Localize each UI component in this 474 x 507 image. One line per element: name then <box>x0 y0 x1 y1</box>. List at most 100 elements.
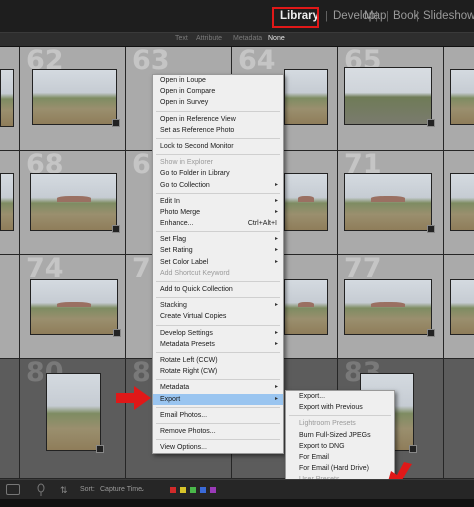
module-slideshow[interactable]: Slideshow <box>423 10 474 22</box>
grid-cell[interactable]: 62 <box>20 47 126 151</box>
photo-thumbnail[interactable] <box>30 279 118 335</box>
submenu-arrow-icon: ▸ <box>274 247 278 254</box>
grid-cell[interactable] <box>444 151 474 255</box>
menu-item-enhance[interactable]: Enhance... Ctrl+Alt+I <box>153 218 283 229</box>
photo-thumbnail[interactable] <box>450 69 474 125</box>
photo-thumbnail[interactable] <box>450 279 474 335</box>
menu-item-label: Remove Photos... <box>160 427 216 435</box>
photo-thumbnail[interactable] <box>284 279 328 335</box>
module-map[interactable]: Map <box>364 10 386 22</box>
grid-cell[interactable] <box>444 47 474 151</box>
menu-item-remove-photos[interactable]: Remove Photos... <box>153 426 283 437</box>
menu-item-photo-merge[interactable]: Photo Merge ▸ <box>153 207 283 218</box>
grid-cell[interactable]: 80 <box>20 357 126 479</box>
export-item-export-with-previous[interactable]: Export with Previous <box>286 402 394 413</box>
export-item-lightroom-presets: Lightroom Presets <box>299 420 356 428</box>
menu-item-metadata[interactable]: Metadata ▸ <box>153 382 283 393</box>
menu-item-stacking[interactable]: Stacking ▸ <box>153 300 283 311</box>
filter-attribute[interactable]: Attribute <box>196 35 222 42</box>
menu-separator <box>156 406 280 408</box>
context-menu: Open in Loupe Open in Compare Open in Surv… <box>152 74 284 455</box>
menu-item-open-in-loupe[interactable]: Open in Loupe <box>153 75 283 86</box>
menu-item-label: Set Flag <box>160 236 187 244</box>
menu-item-label: View Options... <box>160 444 207 452</box>
menu-item-label: Metadata <box>160 384 190 392</box>
photo-thumbnail[interactable] <box>46 373 101 451</box>
menu-item-label: Create Virtual Copies <box>160 313 227 321</box>
menu-item-edit-in[interactable]: Edit In ▸ <box>153 196 283 207</box>
color-label-blue[interactable] <box>200 487 206 493</box>
menu-item-metadata-presets[interactable]: Metadata Presets ▸ <box>153 339 283 350</box>
menu-item-export[interactable]: Export ▸ <box>153 393 283 405</box>
grid-cell[interactable] <box>0 359 20 479</box>
menu-item-set-flag[interactable]: Set Flag ▸ <box>153 234 283 245</box>
grid-cell[interactable] <box>0 47 20 151</box>
painter-icon[interactable] <box>36 483 46 497</box>
menu-item-add-to-quick-collection[interactable]: Add to Quick Collection <box>153 284 283 295</box>
photo-thumbnail[interactable] <box>0 69 14 127</box>
submenu-arrow-icon: ▸ <box>274 329 278 336</box>
menu-item-set-rating[interactable]: Set Rating ▸ <box>153 245 283 256</box>
menu-item-set-as-reference-photo[interactable]: Set as Reference Photo <box>153 125 283 136</box>
photo-thumbnail[interactable] <box>344 279 432 335</box>
grid-cell[interactable]: 74 <box>20 253 126 359</box>
grid-cell[interactable]: 77 <box>338 253 444 359</box>
menu-item-label: Stacking <box>160 302 187 310</box>
photo-thumbnail[interactable] <box>0 173 14 231</box>
photo-thumbnail[interactable] <box>30 173 117 231</box>
menu-separator <box>156 137 280 139</box>
menu-item-go-to-collection[interactable]: Go to Collection ▸ <box>153 180 283 191</box>
photo-thumbnail[interactable] <box>344 67 432 125</box>
menu-item-create-virtual-copies[interactable]: Create Virtual Copies <box>153 311 283 322</box>
menu-item-view-options[interactable]: View Options... <box>153 442 283 453</box>
photo-thumbnail[interactable] <box>284 173 328 231</box>
module-picker: Library | Develop | Map | Book | Slidesh… <box>0 0 474 32</box>
photo-thumbnail[interactable] <box>32 69 117 125</box>
grid-cell[interactable] <box>0 151 20 255</box>
grid-cell[interactable]: 65 <box>338 47 444 151</box>
grid-cell[interactable]: 68 <box>20 149 126 255</box>
grid-cell[interactable] <box>444 359 474 479</box>
export-item-export[interactable]: Export... <box>286 391 394 402</box>
submenu-arrow-icon: ▸ <box>274 208 278 215</box>
menu-item-lock-to-second-monitor[interactable]: Lock to Second Monitor <box>153 141 283 152</box>
color-label-yellow[interactable] <box>180 487 186 493</box>
menu-item-set-color-label[interactable]: Set Color Label ▸ <box>153 257 283 268</box>
menu-item-open-in-survey[interactable]: Open in Survey <box>153 97 283 108</box>
menu-item-open-in-compare[interactable]: Open in Compare <box>153 86 283 97</box>
chevron-down-icon[interactable]: ⌄ <box>140 486 145 493</box>
filter-metadata[interactable]: Metadata <box>233 35 262 42</box>
menu-item-rotate-right-cw[interactable]: Rotate Right (CW) <box>153 366 283 377</box>
photo-thumbnail[interactable] <box>344 173 432 231</box>
cell-number: 63 <box>132 47 170 76</box>
sort-select[interactable]: Capture Time <box>100 486 142 493</box>
filter-text[interactable]: Text <box>175 35 188 42</box>
menu-item-label: Open in Survey <box>160 99 209 107</box>
grid-cell[interactable]: 71 <box>338 149 444 255</box>
menu-item-label: Open in Compare <box>160 88 216 96</box>
grid-view-icon[interactable] <box>6 484 20 495</box>
badge-icon <box>112 225 120 233</box>
export-item-for-email-hard-drive[interactable]: For Email (Hard Drive) <box>286 463 394 474</box>
menu-item-open-in-reference-view[interactable]: Open in Reference View <box>153 114 283 125</box>
photo-thumbnail[interactable] <box>450 173 474 231</box>
color-label-green[interactable] <box>190 487 196 493</box>
export-item-burn-full-sized-jpegs[interactable]: Burn Full-Sized JPEGs <box>286 430 394 441</box>
export-item-for-email[interactable]: For Email <box>286 452 394 463</box>
export-item-export-to-dng[interactable]: Export to DNG <box>286 441 394 452</box>
menu-separator <box>156 192 280 194</box>
grid-cell[interactable] <box>444 255 474 359</box>
menu-item-rotate-left-ccw[interactable]: Rotate Left (CCW) <box>153 355 283 366</box>
menu-separator <box>156 154 280 156</box>
menu-item-email-photos[interactable]: Email Photos... <box>153 410 283 421</box>
color-label-red[interactable] <box>170 487 176 493</box>
menu-item-label: Set as Reference Photo <box>160 126 235 134</box>
sort-direction-icon[interactable]: ⇅ <box>60 484 72 496</box>
menu-item-go-to-folder-in-library[interactable]: Go to Folder in Library <box>153 168 283 179</box>
grid-cell[interactable] <box>0 255 20 359</box>
menu-item-develop-settings[interactable]: Develop Settings ▸ <box>153 328 283 339</box>
photo-thumbnail[interactable] <box>284 69 328 125</box>
sort-label: Sort: <box>80 486 95 493</box>
filter-none[interactable]: None <box>268 35 285 42</box>
color-label-purple[interactable] <box>210 487 216 493</box>
